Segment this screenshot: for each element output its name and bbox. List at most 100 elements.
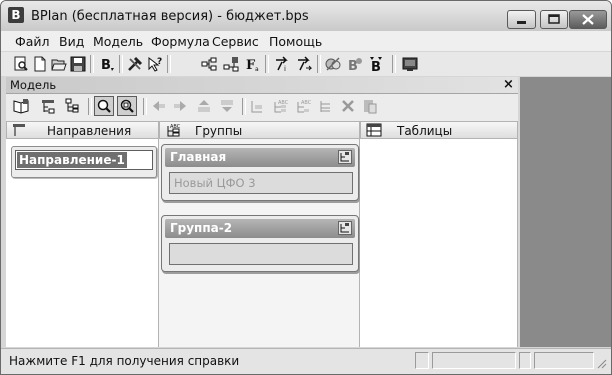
move-right-icon <box>174 101 186 111</box>
save-button[interactable] <box>68 54 87 73</box>
menu-view[interactable]: Вид <box>59 34 84 49</box>
svg-text:B: B <box>101 58 111 72</box>
group-header[interactable]: Группа-2 <box>165 219 355 238</box>
list-button[interactable] <box>316 96 336 116</box>
status-panel <box>432 352 516 369</box>
calc-arrows-button[interactable] <box>294 54 313 73</box>
status-panel <box>415 352 429 369</box>
zoom-fit-icon <box>120 99 134 113</box>
minimize-button[interactable] <box>507 10 536 29</box>
group-title: Группа-2 <box>170 221 233 235</box>
zoom-button[interactable] <box>94 96 114 116</box>
close-button[interactable] <box>569 10 607 29</box>
zoom-fit-button[interactable] <box>117 96 137 116</box>
toolbar-separator <box>392 55 396 73</box>
tables-column <box>360 139 518 347</box>
menu-bar: Файл Вид Модель Формула Сервис Помощь <box>1 31 611 51</box>
delete-button[interactable] <box>338 96 358 116</box>
menu-file[interactable]: Файл <box>15 34 50 49</box>
direction-name-field[interactable]: Направление-1 <box>15 150 153 170</box>
menu-model[interactable]: Модель <box>93 34 143 49</box>
tree-settings-button[interactable] <box>221 54 240 73</box>
toolbar-separator <box>265 55 269 73</box>
tables-icon <box>366 123 382 137</box>
column-header-tables-label: Таблицы <box>397 124 453 138</box>
move-left-icon <box>153 101 165 111</box>
label-a-button[interactable] <box>247 96 267 116</box>
column-header-tables[interactable]: Таблицы <box>360 121 518 139</box>
column-header-groups[interactable]: ABC Группы <box>159 121 360 139</box>
add-row-button[interactable] <box>39 96 59 116</box>
connect-arrows-button[interactable]: i <box>272 54 291 73</box>
print-preview-button[interactable] <box>11 54 30 73</box>
move-down-button[interactable] <box>217 96 237 116</box>
direction-card[interactable]: Направление-1 <box>11 146 157 178</box>
open-folder-button[interactable] <box>49 54 68 73</box>
toolbar-separator <box>317 55 321 73</box>
formula-f-button[interactable]: Fa <box>243 54 262 73</box>
label-b-button[interactable]: ABC <box>270 96 290 116</box>
paste-icon <box>364 100 377 114</box>
group-menu-icon <box>340 152 349 162</box>
status-panel <box>519 352 531 369</box>
tree-label-button[interactable] <box>62 96 82 116</box>
new-document-button[interactable] <box>30 54 49 73</box>
direction-name-text: Направление-1 <box>17 152 127 168</box>
label-c-button[interactable]: ABC <box>293 96 313 116</box>
disconnect-button[interactable] <box>323 54 342 73</box>
tools-button[interactable] <box>125 54 144 73</box>
group-cfo-slot[interactable]: Новый ЦФО 3 <box>169 172 353 194</box>
column-header-directions[interactable]: Направления <box>6 121 159 139</box>
group-expand-icon[interactable] <box>338 150 352 164</box>
save-icon <box>70 56 85 71</box>
delete-x-icon <box>342 100 354 112</box>
move-left-button[interactable] <box>148 96 168 116</box>
open-model-button[interactable] <box>11 96 31 116</box>
bold-b-report-button[interactable]: B <box>367 54 386 73</box>
group-expand-icon[interactable] <box>338 221 352 235</box>
group-cfo-slot[interactable] <box>169 243 353 265</box>
bold-b-icon: B <box>101 58 114 72</box>
cfo-item[interactable]: Новый ЦФО 3 <box>174 176 256 190</box>
help-pointer-button[interactable]: ? <box>145 54 164 73</box>
new-document-icon <box>34 56 45 71</box>
tree-label-icon <box>65 98 79 113</box>
budget-button[interactable]: B <box>345 54 364 73</box>
resize-grip-icon[interactable] <box>595 357 607 369</box>
model-panel-title-bar[interactable]: Модель × <box>6 77 518 94</box>
model-panel-close-icon[interactable]: × <box>503 77 514 92</box>
menu-service[interactable]: Сервис <box>212 34 259 49</box>
group-card-2[interactable]: Группа-2 <box>161 215 359 272</box>
tools-icon <box>127 56 142 71</box>
title-bar[interactable]: B BPlan (бесплатная версия) - бюджет.bps <box>1 1 611 31</box>
model-panel-title: Модель <box>10 78 57 92</box>
zoom-icon <box>97 99 111 113</box>
model-panel: Модель × ABC ABC Направления ABC Группы … <box>6 77 518 347</box>
bold-b-button[interactable]: B <box>97 54 116 73</box>
monitor-button[interactable] <box>400 54 419 73</box>
svg-text:ABC: ABC <box>301 100 311 106</box>
toolbar-separator <box>119 55 123 73</box>
budget-icon: B <box>348 57 362 72</box>
toolbar-separator <box>167 55 171 73</box>
group-card-main[interactable]: Главная Новый ЦФО 3 <box>161 144 359 201</box>
maximize-button[interactable] <box>540 10 568 29</box>
minimize-icon <box>517 21 526 24</box>
bplan-app-icon[interactable]: B <box>8 7 24 23</box>
move-up-icon <box>198 100 210 112</box>
maximize-icon <box>548 14 560 24</box>
group-header[interactable]: Главная <box>165 148 355 167</box>
move-right-button[interactable] <box>171 96 191 116</box>
move-up-button[interactable] <box>194 96 214 116</box>
tree-structure-button[interactable] <box>199 54 218 73</box>
svg-text:a: a <box>255 66 259 72</box>
paste-button[interactable] <box>360 96 380 116</box>
close-icon <box>582 14 594 25</box>
menu-formula[interactable]: Формула <box>151 34 210 49</box>
group-menu-icon <box>340 223 349 233</box>
groups-icon: ABC <box>167 124 181 137</box>
move-down-icon <box>221 100 233 112</box>
svg-text:?: ? <box>157 57 162 67</box>
menu-help[interactable]: Помощь <box>269 34 322 49</box>
monitor-icon <box>402 57 417 71</box>
